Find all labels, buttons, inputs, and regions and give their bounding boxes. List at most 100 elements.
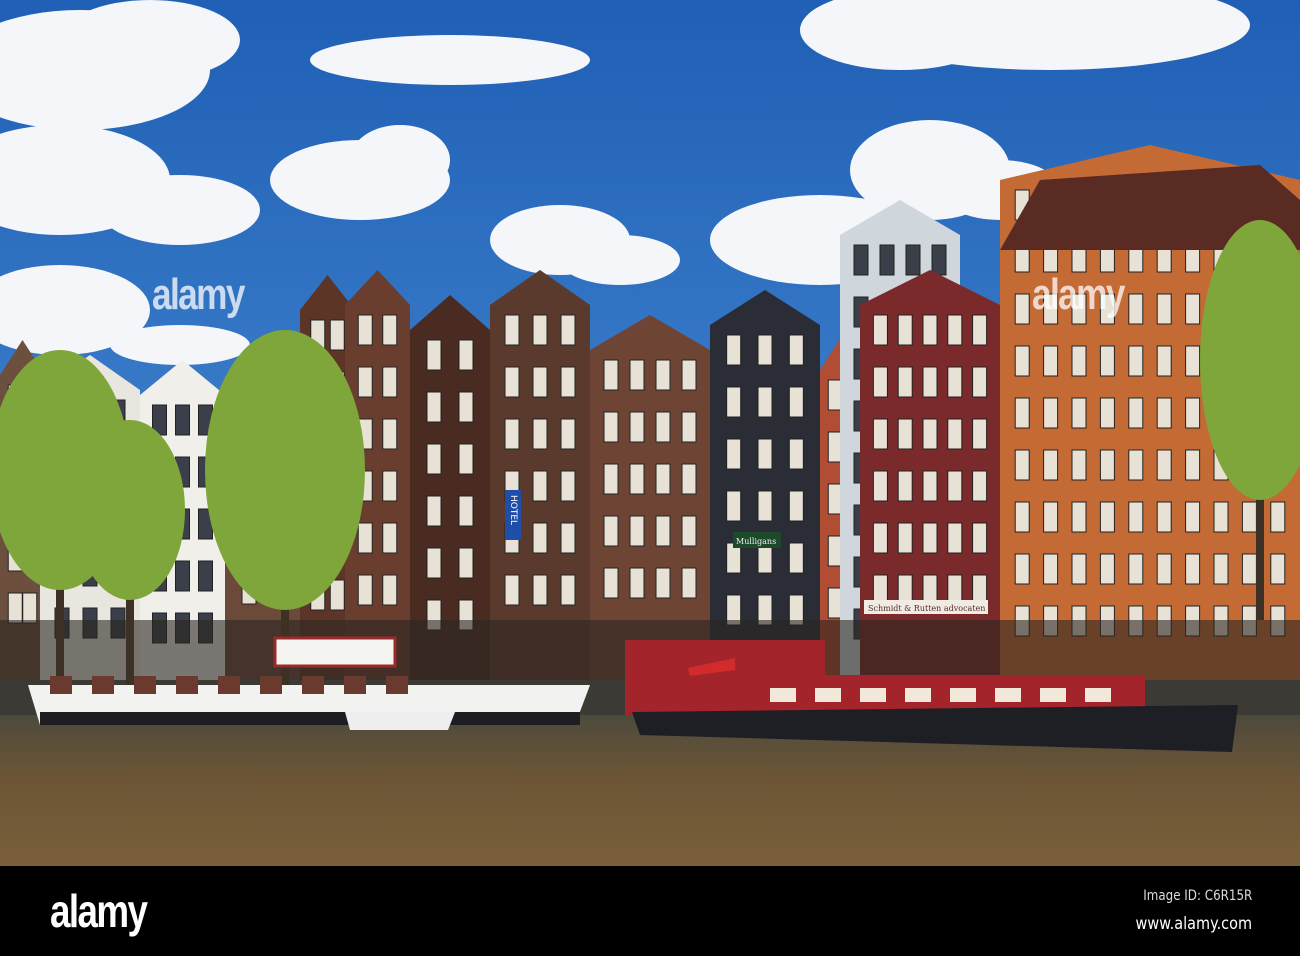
boat-window bbox=[905, 688, 931, 702]
window bbox=[458, 339, 474, 371]
boat-window bbox=[860, 688, 886, 702]
window bbox=[560, 314, 576, 346]
boat-window bbox=[344, 676, 366, 694]
window bbox=[357, 366, 373, 398]
window bbox=[1043, 553, 1059, 585]
window bbox=[560, 418, 576, 450]
footer-bar: alamy Image ID: C6R15R www.alamy.com bbox=[0, 866, 1300, 956]
window bbox=[757, 334, 773, 366]
window bbox=[872, 366, 888, 398]
boat-window bbox=[386, 676, 408, 694]
window bbox=[1128, 345, 1144, 377]
window bbox=[1014, 553, 1030, 585]
window bbox=[426, 391, 442, 423]
window bbox=[1043, 345, 1059, 377]
window bbox=[947, 366, 963, 398]
window bbox=[1156, 345, 1172, 377]
window bbox=[329, 579, 345, 611]
window bbox=[382, 366, 398, 398]
window bbox=[382, 522, 398, 554]
window bbox=[382, 470, 398, 502]
canal-house bbox=[490, 270, 590, 680]
cloud bbox=[100, 175, 260, 245]
window bbox=[1128, 553, 1144, 585]
window bbox=[897, 314, 913, 346]
window bbox=[897, 366, 913, 398]
law-office-sign-text: Schmidt & Rutten advocaten bbox=[868, 604, 985, 613]
window bbox=[1241, 553, 1257, 585]
boat-window bbox=[50, 676, 72, 694]
cloud bbox=[350, 125, 450, 195]
window bbox=[603, 411, 619, 443]
window bbox=[1099, 397, 1115, 429]
window bbox=[504, 574, 520, 606]
window bbox=[681, 411, 697, 443]
window bbox=[947, 470, 963, 502]
window bbox=[1185, 397, 1201, 429]
canal-photo: HOTEL Mulligans Schmidt & Rutten advocaten bbox=[0, 0, 1300, 866]
tree-foliage bbox=[205, 330, 365, 610]
window bbox=[1213, 553, 1229, 585]
wheelhouse bbox=[273, 636, 397, 668]
window bbox=[382, 574, 398, 606]
window bbox=[603, 567, 619, 599]
window bbox=[382, 418, 398, 450]
window bbox=[922, 522, 938, 554]
window bbox=[560, 574, 576, 606]
window bbox=[853, 244, 869, 276]
window bbox=[788, 386, 804, 418]
window bbox=[504, 366, 520, 398]
ground-floor bbox=[140, 620, 225, 680]
window bbox=[1213, 501, 1229, 533]
boat-window bbox=[218, 676, 240, 694]
window bbox=[532, 470, 548, 502]
boat-window bbox=[302, 676, 324, 694]
window bbox=[788, 438, 804, 470]
ground-floor bbox=[0, 620, 45, 680]
window bbox=[947, 522, 963, 554]
window bbox=[655, 567, 671, 599]
window bbox=[655, 515, 671, 547]
window bbox=[726, 386, 742, 418]
window bbox=[681, 359, 697, 391]
boat-window bbox=[1040, 688, 1066, 702]
canal-house bbox=[710, 290, 820, 680]
window bbox=[22, 592, 38, 624]
cloud bbox=[110, 325, 250, 365]
window bbox=[1071, 397, 1087, 429]
window bbox=[329, 319, 345, 351]
cloud bbox=[310, 35, 590, 85]
window bbox=[681, 515, 697, 547]
window bbox=[972, 314, 988, 346]
window bbox=[629, 411, 645, 443]
window bbox=[357, 574, 373, 606]
window bbox=[603, 515, 619, 547]
window bbox=[1099, 345, 1115, 377]
window bbox=[681, 567, 697, 599]
boat-window bbox=[260, 676, 282, 694]
window bbox=[872, 522, 888, 554]
window bbox=[1014, 501, 1030, 533]
window bbox=[922, 314, 938, 346]
photo-frame: HOTEL Mulligans Schmidt & Rutten advocaten… bbox=[0, 0, 1300, 956]
window bbox=[532, 418, 548, 450]
window bbox=[1185, 553, 1201, 585]
window bbox=[560, 366, 576, 398]
window bbox=[726, 490, 742, 522]
window bbox=[655, 359, 671, 391]
window bbox=[972, 470, 988, 502]
window bbox=[357, 522, 373, 554]
window bbox=[603, 359, 619, 391]
window bbox=[757, 438, 773, 470]
window bbox=[1071, 501, 1087, 533]
window bbox=[681, 463, 697, 495]
cloud bbox=[560, 235, 680, 285]
window bbox=[382, 314, 398, 346]
window bbox=[1270, 553, 1286, 585]
window bbox=[872, 470, 888, 502]
window bbox=[1014, 345, 1030, 377]
canal-house bbox=[410, 295, 490, 680]
ground-floor bbox=[1000, 620, 1300, 680]
window bbox=[905, 244, 921, 276]
website-link[interactable]: www.alamy.com bbox=[1136, 914, 1252, 934]
